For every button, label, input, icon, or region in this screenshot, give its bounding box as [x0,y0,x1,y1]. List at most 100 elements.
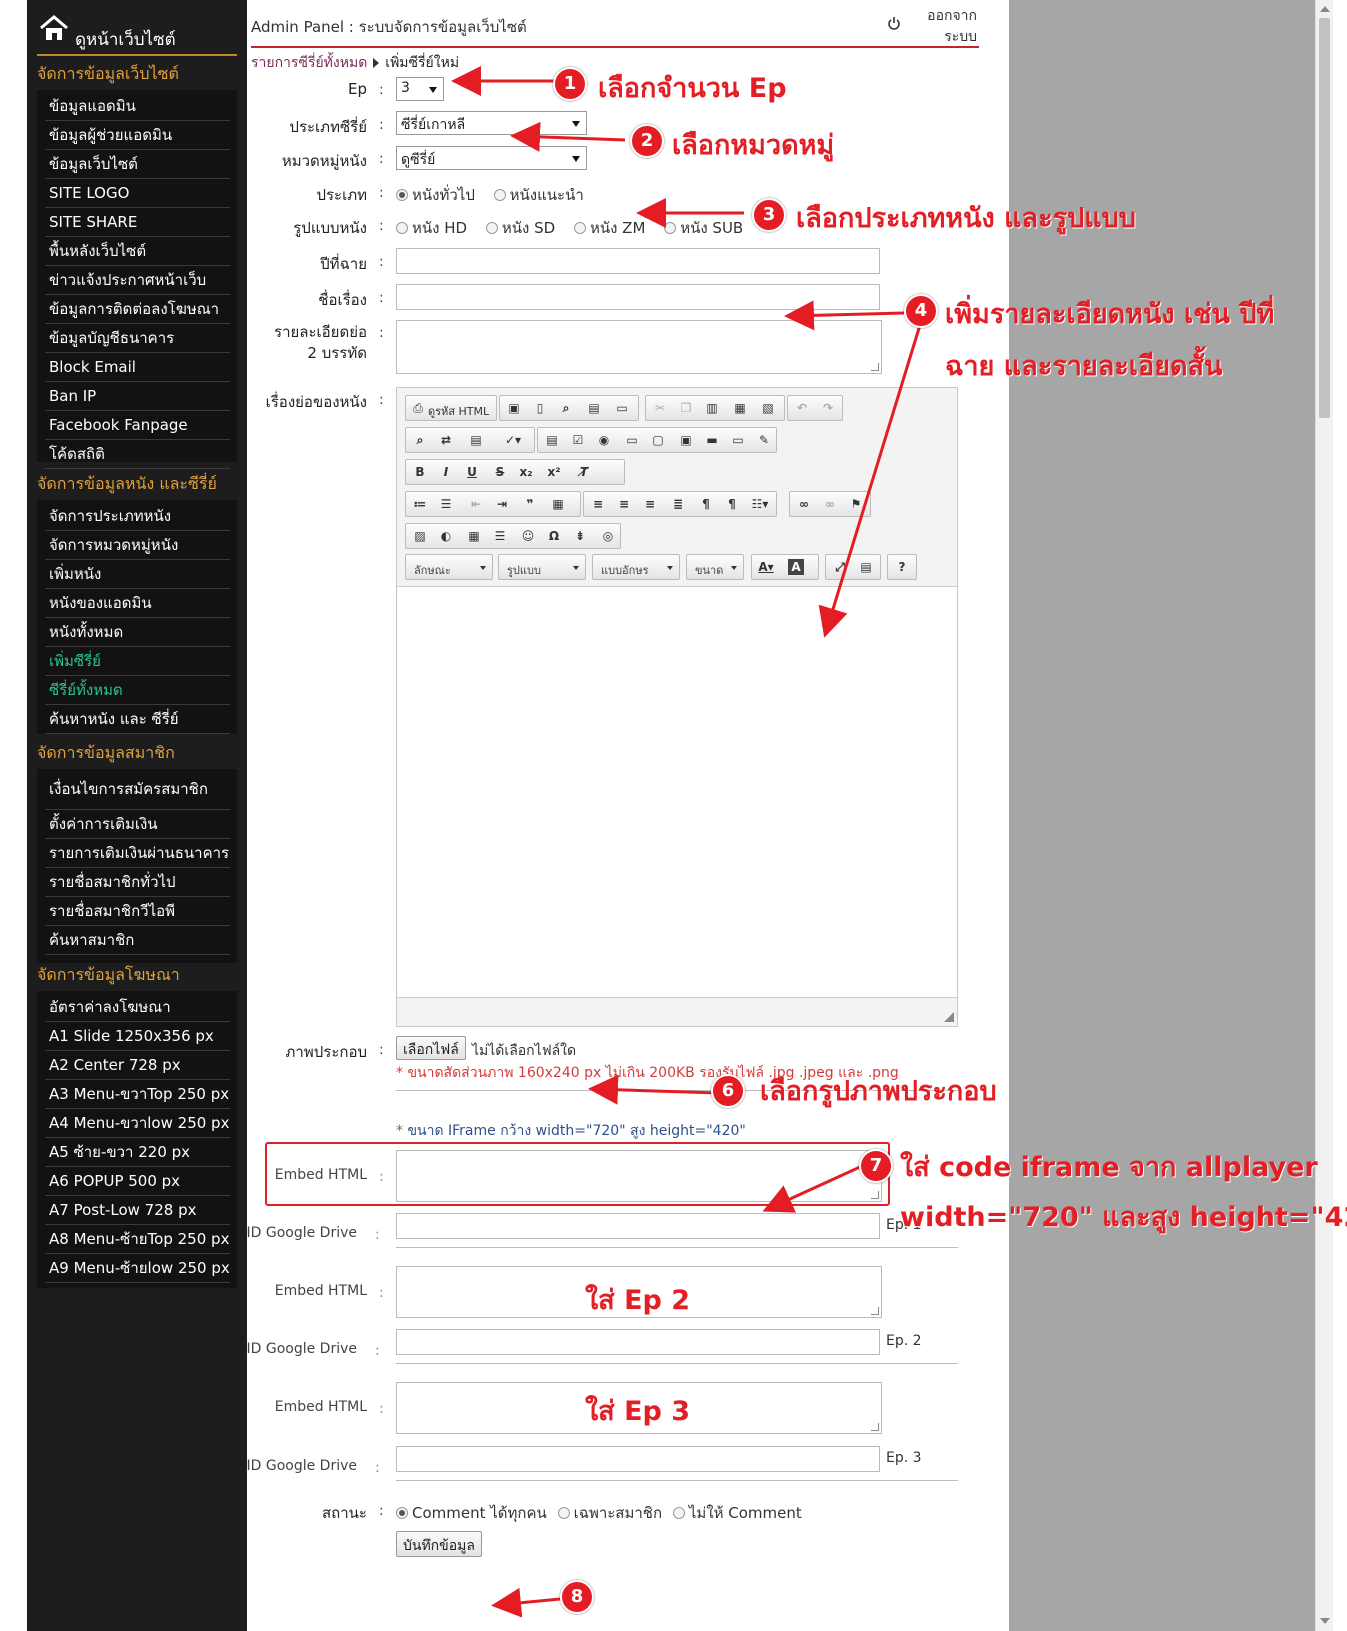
format-radio-sd[interactable] [485,222,498,234]
gdrive-input-ep1[interactable] [396,1213,880,1239]
sidebar-item-all-series[interactable]: ซีรี่ย์ทั้งหมด [45,676,230,705]
image-button-icon[interactable]: ▭ [730,432,746,448]
iframe-icon[interactable]: ◎ [600,528,616,544]
format-radio-sub[interactable] [664,222,677,234]
source-button[interactable]: ⎙ ดูรหัส HTML [405,395,497,421]
sidebar-item-all-movies[interactable]: หนังทั้งหมด [45,618,230,647]
radio-icon[interactable]: ◉ [596,432,612,448]
sidebar-item-bank-topups[interactable]: รายการเติมเงินผ่านธนาคาร [45,839,230,868]
sidebar-item-facebook-fanpage[interactable]: Facebook Fanpage [45,411,230,440]
scroll-up-icon[interactable] [1320,6,1330,12]
sidebar-item-ad-a1[interactable]: A1 Slide 1250x356 px [45,1022,230,1051]
bold-icon[interactable]: B [412,464,428,480]
resize-grip-icon[interactable] [944,1012,954,1022]
sidebar-item-announcement[interactable]: ข่าวแจ้งประกาศหน้าเว็บ [45,266,230,295]
checkbox-icon[interactable]: ☑ [570,432,586,448]
category-select[interactable]: ดูซีรี่ย์ [396,146,587,170]
replace-icon[interactable]: ⇄ [438,432,454,448]
sidebar-item-add-movie[interactable]: เพิ่มหนัง [45,560,230,589]
flash-icon[interactable]: ◐ [438,528,454,544]
sidebar-item-admin-movies[interactable]: หนังของแอดมิน [45,589,230,618]
smiley-icon[interactable]: ☺ [520,528,536,544]
sidebar-item-ad-contact[interactable]: ข้อมูลการติดต่อลงโฆษณา [45,295,230,324]
preview-icon[interactable]: ⌕ [558,400,574,416]
sidebar-item-ad-a7[interactable]: A7 Post-Low 728 px [45,1196,230,1225]
anchor-icon[interactable]: ⚑ [848,496,864,512]
ep-select[interactable]: 3 [396,77,444,101]
breadcrumb-series-list[interactable]: รายการซีรี่ย์ทั้งหมด [251,55,367,71]
horizontal-line-icon[interactable]: ☰ [492,528,508,544]
sidebar-item-background[interactable]: พื้นหลังเว็บไซต์ [45,237,230,266]
show-blocks-icon[interactable]: ▤ [858,559,874,575]
short-desc-textarea[interactable] [396,320,882,374]
cut-icon[interactable]: ✂ [652,400,668,416]
home-link[interactable]: ดูหน้าเว็บไซต์ [37,10,237,50]
select-all-icon[interactable]: ▤ [468,432,484,448]
sidebar-item-movie-types[interactable]: จัดการประเภทหนัง [45,502,230,531]
indent-icon[interactable]: ⇥ [494,496,510,512]
align-center-icon[interactable]: ≡ [616,496,632,512]
templates-icon[interactable]: ▭ [614,400,630,416]
align-right-icon[interactable]: ≡ [642,496,658,512]
sidebar-item-ban-ip[interactable]: Ban IP [45,382,230,411]
textarea-icon[interactable]: ▢ [650,432,666,448]
bulleted-list-icon[interactable]: ☰ [438,496,454,512]
status-radio-everyone[interactable] [396,1507,408,1519]
scroll-thumb[interactable] [1319,18,1330,418]
outdent-icon[interactable]: ⇤ [468,496,484,512]
power-icon[interactable] [887,16,901,30]
sidebar-item-site-logo[interactable]: SITE LOGO [45,179,230,208]
editor-content-area[interactable] [397,586,957,998]
sidebar-item-stats-code[interactable]: โค้ดสถิติ [45,440,230,469]
kind-radio-recommended[interactable] [493,189,506,201]
numbered-list-icon[interactable]: ≔ [412,496,428,512]
ltr-icon[interactable]: ¶ [698,496,714,512]
status-radio-members[interactable] [557,1507,570,1519]
sidebar-item-ad-a6[interactable]: A6 POPUP 500 px [45,1167,230,1196]
page-break-icon[interactable]: ⇟ [572,528,588,544]
copy-icon[interactable]: ❐ [678,400,694,416]
resize-grip-icon[interactable] [871,1307,879,1315]
format-radio-hd[interactable] [396,222,408,234]
status-radio-none[interactable] [672,1507,685,1519]
save-icon[interactable]: ▣ [506,400,522,416]
sidebar-item-bank-account[interactable]: ข้อมูลบัญชีธนาคาร [45,324,230,353]
align-left-icon[interactable]: ≡ [590,496,606,512]
redo-icon[interactable]: ↷ [820,400,836,416]
sidebar-item-block-email[interactable]: Block Email [45,353,230,382]
sidebar-item-add-series[interactable]: เพิ่มซีรี่ย์ [45,647,230,676]
bg-color-icon[interactable]: A [788,559,804,575]
sidebar-item-general-members[interactable]: รายชื่อสมาชิกทั่วไป [45,868,230,897]
sidebar-item-vip-members[interactable]: รายชื่อสมาชิกวีไอพี [45,897,230,926]
embed-textarea-ep1[interactable] [396,1150,882,1202]
gdrive-input-ep3[interactable] [396,1446,880,1472]
year-input[interactable] [396,248,880,274]
sidebar-item-topup-settings[interactable]: ตั้งค่าการเติมเงิน [45,810,230,839]
form-icon[interactable]: ▤ [544,432,560,448]
hidden-field-icon[interactable]: ✎ [756,432,772,448]
new-page-icon[interactable]: ▯ [532,400,548,416]
image-icon[interactable]: ▨ [412,528,428,544]
div-container-icon[interactable]: ▦ [550,496,566,512]
underline-icon[interactable]: U [464,464,480,480]
series-type-select[interactable]: ซีรี่ย์เกาหลี [396,111,587,135]
sidebar-item-assistant-admin[interactable]: ข้อมูลผู้ช่วยแอดมิน [45,121,230,150]
sidebar-item-site-share[interactable]: SITE SHARE [45,208,230,237]
table-icon[interactable]: ▦ [466,528,482,544]
justify-icon[interactable]: ≣ [670,496,686,512]
paste-text-icon[interactable]: ▦ [732,400,748,416]
italic-icon[interactable]: I [438,464,454,480]
textfield-icon[interactable]: ▭ [624,432,640,448]
select-field-icon[interactable]: ▣ [678,432,694,448]
scroll-down-icon[interactable] [1320,1618,1330,1624]
link-icon[interactable]: ∞ [796,496,812,512]
subscript-icon[interactable]: x₂ [518,464,534,480]
format-radio-zm[interactable] [573,222,586,234]
sidebar-item-website-info[interactable]: ข้อมูลเว็บไซต์ [45,150,230,179]
sidebar-item-admin-info[interactable]: ข้อมูลแอดมิน [45,92,230,121]
styles-combo[interactable]: ลักษณะ [405,554,493,580]
sidebar-item-ad-a4[interactable]: A4 Menu-ขวาlow 250 px [45,1109,230,1138]
sidebar-item-movie-categories[interactable]: จัดการหมวดหมู่หนัง [45,531,230,560]
unlink-icon[interactable]: ∞ [822,496,838,512]
sidebar-item-search-movies[interactable]: ค้นหาหนัง และ ซีรี่ย์ [45,705,230,734]
